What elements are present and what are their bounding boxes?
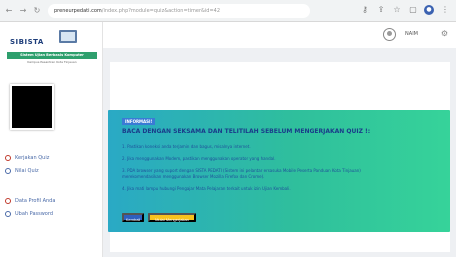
url-host: preneurpedati.com xyxy=(54,7,102,14)
url-path: /index.php?module=quiz&action=timer&id=4… xyxy=(101,7,221,14)
logo-title: SIBISTA xyxy=(10,38,44,46)
rule-item: 3. PDA browser yang suport dengan SISTA … xyxy=(122,168,361,173)
reload-icon[interactable]: ↻ xyxy=(32,6,42,16)
profile-avatar-icon[interactable]: ● xyxy=(424,5,434,15)
quiz-info-panel: INFORMASI! BACA DENGAN SEKSAMA DAN TELIT… xyxy=(108,110,450,232)
user-name[interactable]: NAIM xyxy=(405,31,418,37)
sidebar-item-data-profil[interactable]: Data Profil Anda xyxy=(5,195,100,207)
sidebar-item-label: Nilai Quiz xyxy=(15,168,39,174)
sidebar-item-label: Data Profil Anda xyxy=(15,198,56,204)
info-badge: INFORMASI! xyxy=(122,118,156,125)
star-icon[interactable]: ☆ xyxy=(392,5,402,15)
sidebar: SIBISTA Sistem Ujian Berbasis Komputer K… xyxy=(0,22,103,257)
info-heading: BACA DENGAN SEKSAMA DAN TELITILAH SEBELU… xyxy=(122,128,371,135)
share-icon[interactable]: ⇪ xyxy=(376,5,386,15)
back-button[interactable]: Kembali xyxy=(122,213,144,222)
sidebar-item-kerjakan-quiz[interactable]: Kerjakan Quiz xyxy=(5,152,100,164)
sidebar-item-ubah-password[interactable]: Ubah Password xyxy=(5,208,100,220)
sidebar-menu: Kerjakan Quiz Nilai Quiz Data Profil And… xyxy=(5,152,100,221)
address-bar[interactable]: preneurpedati.com /index.php?module=quiz… xyxy=(48,3,310,18)
password-icon xyxy=(5,211,11,217)
browser-actions: ⚷ ⇪ ☆ ▢ ● ⋮ xyxy=(354,5,450,15)
user-avatar-icon[interactable] xyxy=(383,28,396,41)
quiz-icon xyxy=(5,155,11,161)
forward-arrow-icon[interactable]: → xyxy=(18,6,28,16)
rule-item: 2. Jika menggunakan Modem, pastikan meng… xyxy=(122,156,276,161)
user-photo xyxy=(10,84,54,130)
rule-item: 1. Pastikan koneksi anda terjamin dan ba… xyxy=(122,144,251,149)
sidebar-item-nilai-quiz[interactable]: Nilai Quiz xyxy=(5,165,100,177)
browser-toolbar: ← → ↻ preneurpedati.com /index.php?modul… xyxy=(0,0,456,22)
score-icon xyxy=(5,168,11,174)
rule-item: merekomendasikan menggunakan Browser Moz… xyxy=(122,174,265,179)
app-logo[interactable]: SIBISTA Sistem Ujian Berbasis Komputer K… xyxy=(7,30,97,68)
rule-item: 4. Jika mati lampu hubungi Pengajar Mata… xyxy=(122,186,291,191)
logo-subtitle: Kampus Pesantren Kota Tinjauan xyxy=(27,60,77,64)
back-arrow-icon[interactable]: ← xyxy=(4,6,14,16)
key-icon[interactable]: ⚷ xyxy=(360,5,370,15)
profile-icon xyxy=(5,198,11,204)
monitor-icon xyxy=(59,30,77,43)
top-header: NAIM ⚙ xyxy=(103,22,456,48)
sidebar-item-label: Kerjakan Quiz xyxy=(15,155,50,161)
logo-banner: Sistem Ujian Berbasis Komputer xyxy=(7,52,97,59)
sidebar-item-label: Ubah Password xyxy=(15,211,54,217)
tab-icon[interactable]: ▢ xyxy=(408,5,418,15)
start-quiz-button[interactable]: Mulai Mengerjakan xyxy=(148,213,196,222)
menu-dots-icon[interactable]: ⋮ xyxy=(440,5,450,15)
settings-icon[interactable]: ⚙ xyxy=(441,29,448,38)
